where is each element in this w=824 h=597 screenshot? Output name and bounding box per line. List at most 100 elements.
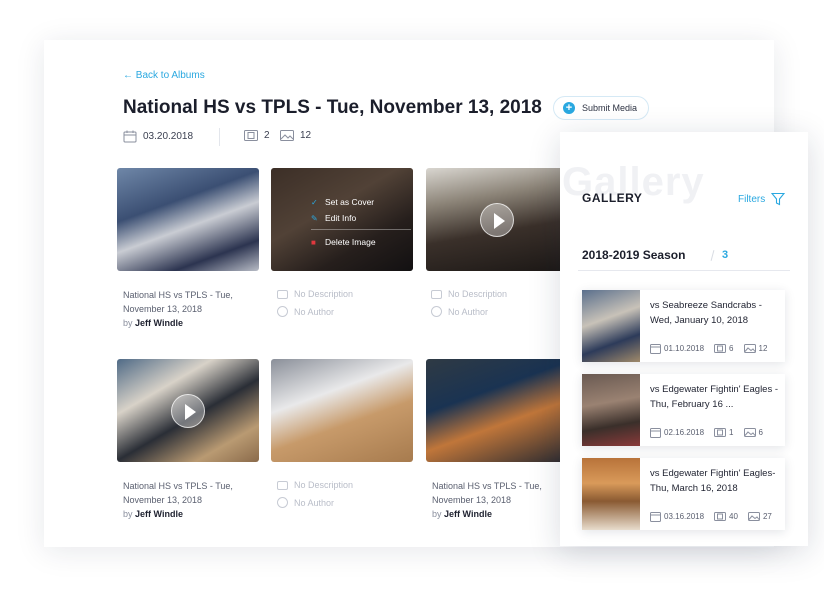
album-item-photos: 12: [758, 344, 768, 353]
image-icon: [747, 512, 760, 521]
media-caption: National HS vs TPLS - Tue, November 13, …: [123, 479, 253, 521]
set-as-cover-item[interactable]: ✓ Set as Cover: [311, 194, 411, 210]
gallery-title: GALLERY: [582, 191, 643, 205]
edit-info-item[interactable]: ✎ Edit Info: [311, 210, 411, 226]
no-author: No Author: [277, 306, 334, 317]
no-description-text: No Description: [294, 480, 354, 490]
image-icon: [743, 428, 756, 437]
photo-count-text: 12: [300, 130, 312, 141]
caption-by: by: [123, 318, 133, 328]
no-author-text: No Author: [448, 306, 489, 317]
media-caption: National HS vs TPLS - Tue, November 13, …: [123, 288, 253, 330]
no-description-text: No Description: [294, 289, 354, 299]
image-icon: [280, 130, 294, 141]
image-icon: [743, 344, 756, 353]
page-title: National HS vs TPLS - Tue, November 13, …: [123, 97, 542, 118]
album-item-meta: 02.16.2018 1 6: [650, 427, 763, 438]
menu-separator: [311, 229, 411, 230]
context-menu: ✓ Set as Cover ✎ Edit Info ■ Delete Image: [311, 194, 411, 250]
play-icon[interactable]: [171, 393, 205, 428]
caption-author[interactable]: Jeff Windle: [135, 509, 183, 519]
no-description: No Description: [277, 289, 353, 299]
album-thumbnail: [582, 374, 640, 446]
media-thumbnail-video[interactable]: [426, 168, 568, 271]
album-date: 03.20.2018: [123, 130, 193, 143]
media-thumbnail-selected[interactable]: ✓ Set as Cover ✎ Edit Info ■ Delete Image: [271, 168, 413, 271]
no-author: No Author: [431, 306, 488, 317]
submit-media-label: Submit Media: [582, 103, 638, 113]
gallery-album-item[interactable]: vs Edgewater Fightin' Eagles- Thu, March…: [582, 458, 785, 530]
season-divider: [578, 270, 790, 271]
media-thumbnail[interactable]: [117, 168, 259, 271]
no-author: No Author: [277, 497, 334, 508]
album-photo-count: 12: [280, 130, 311, 141]
album-item-meta: 01.10.2018 6 12: [650, 343, 767, 354]
caption-title-line1: National HS vs TPLS - Tue,: [123, 290, 233, 300]
gallery-panel: Gallery GALLERY Filters 2018-2019 Season…: [560, 132, 808, 546]
media-thumbnail[interactable]: [426, 359, 568, 462]
back-to-albums-link[interactable]: ← Back to Albums: [123, 70, 205, 81]
caption-title-line2: November 13, 2018: [432, 495, 512, 505]
no-description: No Description: [277, 480, 353, 490]
caption-title-line1: National HS vs TPLS - Tue,: [123, 481, 233, 491]
edit-info-label: Edit Info: [325, 213, 357, 223]
film-icon: [714, 344, 727, 353]
submit-media-button[interactable]: + Submit Media: [553, 96, 649, 120]
album-date-text: 03.20.2018: [143, 131, 194, 142]
calendar-icon: [650, 428, 661, 438]
album-item-meta: 03.16.2018 40 27: [650, 511, 772, 522]
caption-title-line1: National HS vs TPLS - Tue,: [432, 481, 542, 491]
meta-divider: [219, 128, 220, 146]
caption-by: by: [432, 509, 442, 519]
calendar-icon: [650, 512, 661, 522]
delete-image-label: Delete Image: [325, 237, 376, 247]
season-count: 3: [722, 249, 729, 261]
caption-title-line2: November 13, 2018: [123, 304, 203, 314]
season-separator: [710, 250, 715, 261]
trash-icon: ■: [311, 237, 316, 247]
comment-icon: [277, 289, 288, 299]
caption-by: by: [123, 509, 133, 519]
user-icon: [277, 306, 288, 317]
media-caption: National HS vs TPLS - Tue, November 13, …: [432, 479, 562, 521]
delete-image-item[interactable]: ■ Delete Image: [311, 234, 411, 250]
album-item-videos: 40: [729, 512, 738, 521]
no-description-text: No Description: [448, 289, 508, 299]
album-thumbnail: [582, 290, 640, 362]
no-description: No Description: [431, 289, 507, 299]
video-count-text: 2: [264, 130, 270, 141]
album-item-date: 03.16.2018: [664, 512, 705, 521]
gallery-album-item[interactable]: vs Seabreeze Sandcrabs - Wed, January 10…: [582, 290, 785, 362]
user-icon: [431, 306, 442, 317]
film-icon: [714, 428, 727, 437]
media-thumbnail-video[interactable]: [117, 359, 259, 462]
album-item-photos: 6: [758, 428, 763, 437]
caption-author[interactable]: Jeff Windle: [444, 509, 492, 519]
calendar-icon: [123, 130, 137, 143]
pencil-icon: ✎: [311, 213, 318, 223]
gallery-album-item[interactable]: vs Edgewater Fightin' Eagles - Thu, Febr…: [582, 374, 785, 446]
caption-title-line2: November 13, 2018: [123, 495, 203, 505]
set-as-cover-label: Set as Cover: [325, 197, 375, 207]
calendar-icon: [650, 344, 661, 354]
media-thumbnail[interactable]: [271, 359, 413, 462]
film-icon: [244, 130, 258, 141]
album-item-photos: 27: [762, 512, 772, 521]
comment-icon: [431, 289, 442, 299]
play-icon[interactable]: [480, 202, 514, 237]
album-item-name: vs Seabreeze Sandcrabs - Wed, January 10…: [650, 300, 762, 326]
user-icon: [277, 497, 288, 508]
album-item-name: vs Edgewater Fightin' Eagles - Thu, Febr…: [650, 384, 779, 410]
caption-author[interactable]: Jeff Windle: [135, 318, 183, 328]
season-label: 2018-2019 Season: [582, 248, 686, 262]
funnel-icon: [771, 192, 786, 206]
album-video-count: 2: [244, 130, 270, 141]
comment-icon: [277, 480, 288, 490]
album-item-videos: 1: [729, 428, 734, 437]
album-thumbnail: [582, 458, 640, 530]
no-author-text: No Author: [294, 497, 335, 508]
album-item-videos: 6: [729, 344, 734, 353]
filters-button[interactable]: Filters: [738, 192, 786, 206]
plus-icon: +: [563, 102, 575, 114]
album-item-date: 02.16.2018: [664, 428, 705, 437]
